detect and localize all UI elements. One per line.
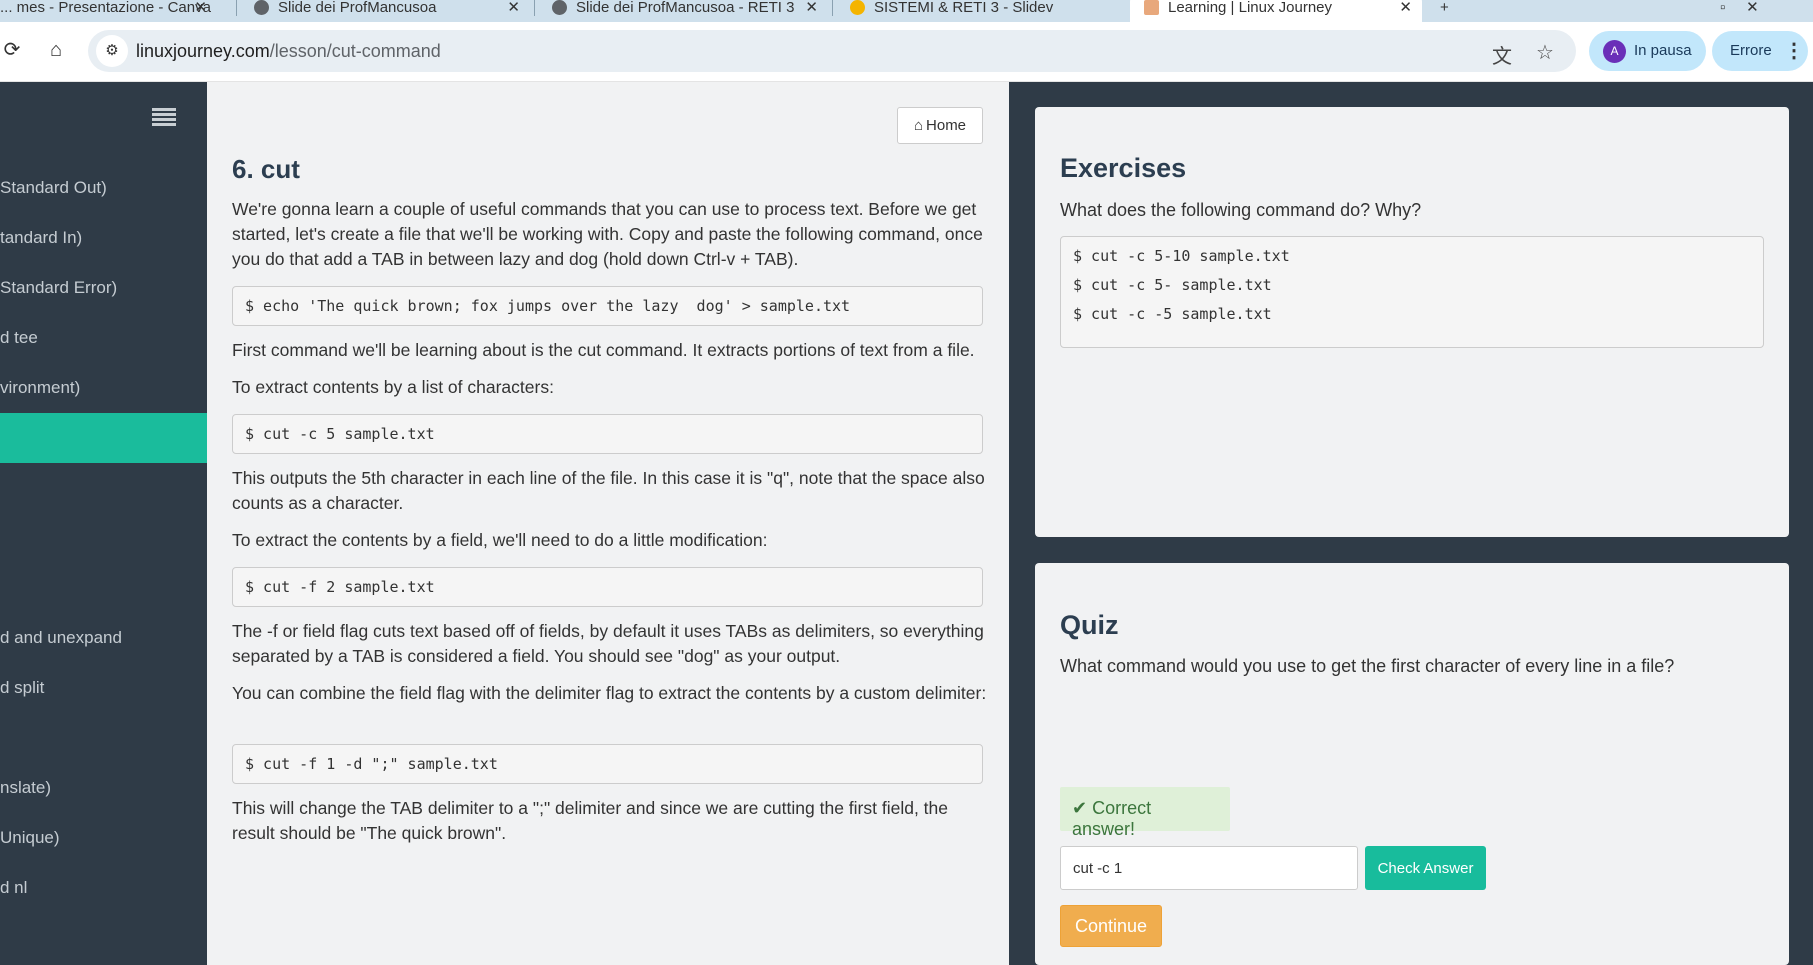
tab-title: Slide dei ProfMancusoa xyxy=(278,0,437,16)
translate-icon[interactable]: 文 xyxy=(1492,40,1512,69)
globe-icon xyxy=(552,0,567,15)
continue-button[interactable]: Continue xyxy=(1060,905,1162,947)
tab-title: SISTEMI & RETI 3 - Slidev xyxy=(874,0,1054,16)
browser-toolbar: ⟳ ⌂ ⚙ linuxjourney.com/lesson/cut-comman… xyxy=(0,22,1813,82)
close-icon[interactable]: ✕ xyxy=(507,0,520,16)
sidebar-item[interactable]: Standard Error) xyxy=(0,278,207,298)
avatar: A xyxy=(1603,40,1626,63)
lesson-sidebar: Standard Out) tandard In) Standard Error… xyxy=(0,82,207,965)
address-bar[interactable]: ⚙ linuxjourney.com/lesson/cut-command 文 … xyxy=(88,30,1576,72)
sidebar-item[interactable]: d split xyxy=(0,678,207,698)
exercise-command: $ cut -c -5 sample.txt xyxy=(1073,305,1272,323)
browser-tab[interactable]: ... mes - Presentazione - Canva ✕ xyxy=(0,0,217,22)
sidebar-item[interactable]: d and unexpand xyxy=(0,628,207,648)
chrome-icon xyxy=(850,0,865,15)
new-tab-icon[interactable]: + xyxy=(1440,0,1460,22)
home-icon[interactable]: ⌂ xyxy=(44,38,68,62)
error-label: Errore xyxy=(1730,42,1772,59)
sidebar-item[interactable]: Standard Out) xyxy=(0,178,207,198)
checkmark-icon: ✔ xyxy=(1072,798,1088,818)
quiz-question: What command would you use to get the fi… xyxy=(1060,656,1675,676)
quiz-title: Quiz xyxy=(1060,610,1119,640)
exercise-command: $ cut -c 5-10 sample.txt xyxy=(1073,247,1290,265)
profile-status: In pausa xyxy=(1634,42,1692,59)
home-button[interactable]: ⌂ Home xyxy=(897,107,983,144)
exercise-command: $ cut -c 5- sample.txt xyxy=(1073,276,1272,294)
tab-title: Slide dei ProfMancusoa - RETI 3 xyxy=(576,0,795,16)
answer-input[interactable] xyxy=(1060,846,1358,890)
exercises-code-block: $ cut -c 5-10 sample.txt $ cut -c 5- sam… xyxy=(1060,236,1764,348)
lesson-paragraph: This outputs the 5th character in each l… xyxy=(232,468,985,513)
lesson-title: 6. cut xyxy=(232,154,300,184)
lesson-paragraph: The -f or field flag cuts text based off… xyxy=(232,621,984,666)
lesson-paragraph: To extract the contents by a field, we'l… xyxy=(232,530,768,550)
correct-answer-alert: ✔ Correct answer! xyxy=(1060,787,1230,839)
browser-tab[interactable]: Slide dei ProfMancusoa - RETI 3 ✕ xyxy=(538,0,828,22)
browser-tab-active[interactable]: Learning | Linux Journey ✕ xyxy=(1130,0,1422,22)
menu-icon[interactable] xyxy=(152,108,176,130)
browser-tab[interactable]: SISTEMI & RETI 3 - Slidev xyxy=(836,0,1126,22)
sidebar-item[interactable]: nslate) xyxy=(0,778,207,798)
lesson-paragraph: We're gonna learn a couple of useful com… xyxy=(232,199,983,269)
sidebar-item[interactable]: tandard In) xyxy=(0,228,207,248)
reload-icon[interactable]: ⟳ xyxy=(0,38,24,62)
sidebar-active-item[interactable] xyxy=(0,413,207,463)
code-block: $ echo 'The quick brown; fox jumps over … xyxy=(232,286,983,326)
close-icon[interactable]: ✕ xyxy=(1399,0,1412,16)
globe-icon xyxy=(254,0,269,15)
sidebar-item[interactable]: Unique) xyxy=(0,828,207,848)
browser-tab[interactable]: Slide dei ProfMancusoa ✕ xyxy=(240,0,530,22)
code-block: $ cut -f 1 -d ";" sample.txt xyxy=(232,744,983,784)
tab-title: Learning | Linux Journey xyxy=(1168,0,1333,16)
code-block: $ cut -c 5 sample.txt xyxy=(232,414,983,454)
site-favicon-icon xyxy=(1144,0,1159,15)
url-text: linuxjourney.com/lesson/cut-command xyxy=(136,41,441,62)
window-controls[interactable]: ▫ ✕ xyxy=(1720,0,1810,22)
sidebar-item[interactable]: vironment) xyxy=(0,378,207,398)
exercises-title: Exercises xyxy=(1060,153,1187,183)
quiz-panel: Quiz What command would you use to get t… xyxy=(1035,563,1789,965)
sidebar-item[interactable]: d nl xyxy=(0,878,207,898)
panel-divider xyxy=(1009,82,1035,965)
lesson-content: ⌂ Home 6. cut We're gonna learn a couple … xyxy=(207,82,1009,965)
home-icon: ⌂ xyxy=(913,117,924,134)
check-answer-button[interactable]: Check Answer xyxy=(1365,846,1486,890)
tab-title: ... mes - Presentazione - Canva xyxy=(0,0,211,16)
exercises-question: What does the following command do? Why? xyxy=(1060,200,1422,220)
more-vert-icon[interactable]: ⋮ xyxy=(1784,38,1804,63)
url-path: /lesson/cut-command xyxy=(269,41,441,61)
site-info-icon[interactable]: ⚙ xyxy=(96,35,128,67)
bookmark-star-icon[interactable]: ☆ xyxy=(1536,40,1554,65)
error-button[interactable]: Errore ⋮ xyxy=(1712,31,1808,71)
lesson-paragraph: First command we'll be learning about is… xyxy=(232,340,975,360)
lesson-paragraph: You can combine the field flag with the … xyxy=(232,683,987,703)
home-label: Home xyxy=(926,117,967,134)
exercises-panel: Exercises What does the following comman… xyxy=(1035,107,1789,537)
sidebar-item[interactable]: d tee xyxy=(0,328,207,348)
code-block: $ cut -f 2 sample.txt xyxy=(232,567,983,607)
close-icon[interactable]: ✕ xyxy=(194,0,207,16)
browser-tab-bar: ... mes - Presentazione - Canva ✕ Slide … xyxy=(0,0,1813,22)
close-icon[interactable]: ✕ xyxy=(805,0,818,16)
profile-button[interactable]: A In pausa xyxy=(1589,31,1706,71)
lesson-paragraph: To extract contents by a list of charact… xyxy=(232,377,554,397)
url-domain: linuxjourney.com xyxy=(136,41,270,61)
lesson-paragraph: This will change the TAB delimiter to a … xyxy=(232,798,948,843)
